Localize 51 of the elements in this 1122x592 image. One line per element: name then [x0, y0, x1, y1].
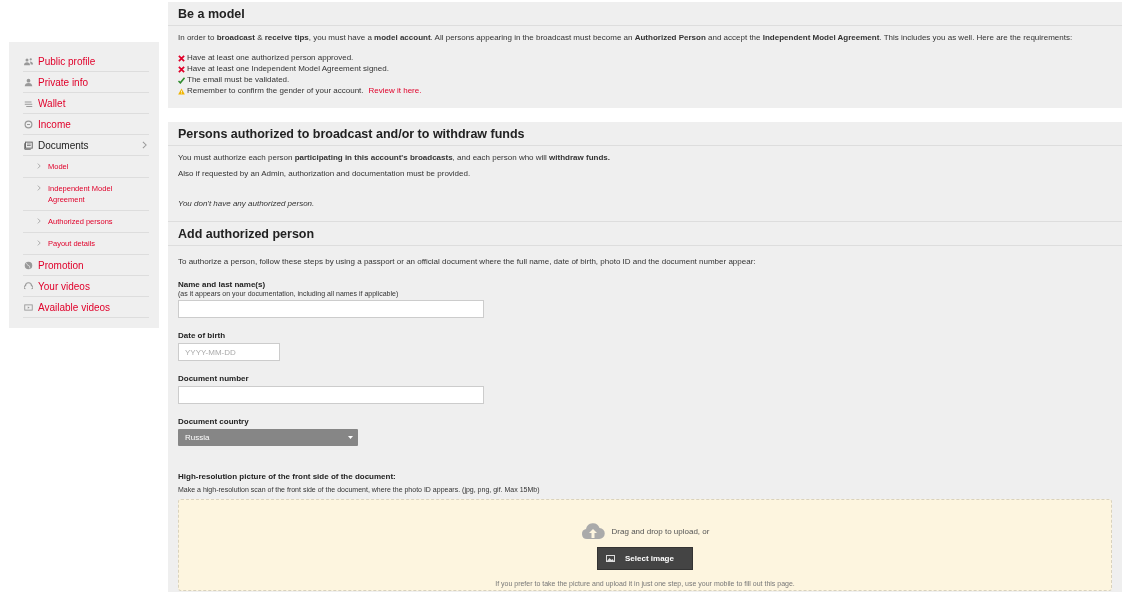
cross-icon [178, 65, 185, 72]
caret-icon [348, 436, 353, 439]
intro-text: In order to broadcast & receive tips, you must have a model account. All persons appearing in the broadcast must become an Authorized Person and accept the Independent Model Agreement. This includes you as well. Here are the requirements: [178, 33, 1074, 42]
field-label: Date of birth [178, 331, 227, 340]
cloud-icon [24, 281, 33, 291]
lines-icon [24, 98, 33, 108]
country-dropdown[interactable]: Russia [178, 429, 358, 446]
section-title: Persons authorized to broadcast and/or to withdraw funds [168, 122, 1122, 146]
sidebar-item[interactable]: Promotion [23, 255, 149, 276]
info-text: You must authorize each person participating in this account's broadcasts, and each person who will withdraw funds. [178, 153, 611, 162]
sidebar-item[interactable]: Documents [23, 135, 149, 156]
documents-icon [24, 140, 33, 150]
check-icon [178, 76, 185, 83]
requirement-text: Have at least one Independent Model Agreement signed. [187, 63, 389, 74]
person-icon [24, 77, 33, 87]
warning-icon [178, 87, 185, 94]
instructions-text: To authorize a person, follow these steps by using a passport or an official document where the full name, date of birth, photo ID and the document number appear: [178, 257, 757, 266]
chevron-icon [37, 240, 41, 246]
upload-cloud-icon [580, 522, 605, 540]
field-label: Document number [178, 374, 250, 383]
sidebar-item[interactable]: Your videos [23, 276, 149, 297]
sidebar-item[interactable]: Wallet [23, 93, 149, 114]
requirement-text: The email must be validated. [187, 74, 290, 85]
input-field[interactable] [178, 300, 484, 318]
upload-label: High-resolution picture of the front side of the document: [178, 472, 397, 481]
drop-text: Drag and drop to upload, or [611, 526, 710, 536]
requirement-text: Have at least one authorized person approved. [187, 52, 354, 63]
field-label: Document country [178, 417, 250, 426]
section-title: Add authorized person [168, 221, 1122, 246]
section-title: Be a model [168, 2, 1122, 26]
field-label: Name and last name(s) [178, 280, 267, 289]
coin-icon [24, 119, 33, 129]
input-field[interactable]: YYYY-MM-DD [178, 343, 280, 361]
cross-icon [178, 54, 185, 61]
requirement-text: Remember to confirm the gender of your account. [187, 85, 364, 96]
sidebar-item[interactable]: Private info [23, 72, 149, 93]
input-field[interactable] [178, 386, 484, 404]
chevron-icon [37, 163, 41, 169]
review-link[interactable]: Review it here. [368, 85, 422, 96]
sidebar-item[interactable]: Income [23, 114, 149, 135]
video-icon [24, 302, 33, 312]
info-text: Also if requested by an Admin, authorization and documentation must be provided. [178, 169, 472, 178]
chevron-icon [37, 185, 41, 191]
image-icon [606, 555, 616, 562]
sidebar-item[interactable]: Available videos [23, 297, 149, 318]
globe-icon [24, 260, 33, 270]
people-icon [24, 56, 33, 66]
sidebar-item[interactable]: Public profile [23, 51, 149, 72]
select-image-button[interactable]: Select image [597, 547, 693, 570]
chevron-icon [37, 218, 41, 224]
empty-note: You don't have any authorized person. [178, 199, 316, 208]
